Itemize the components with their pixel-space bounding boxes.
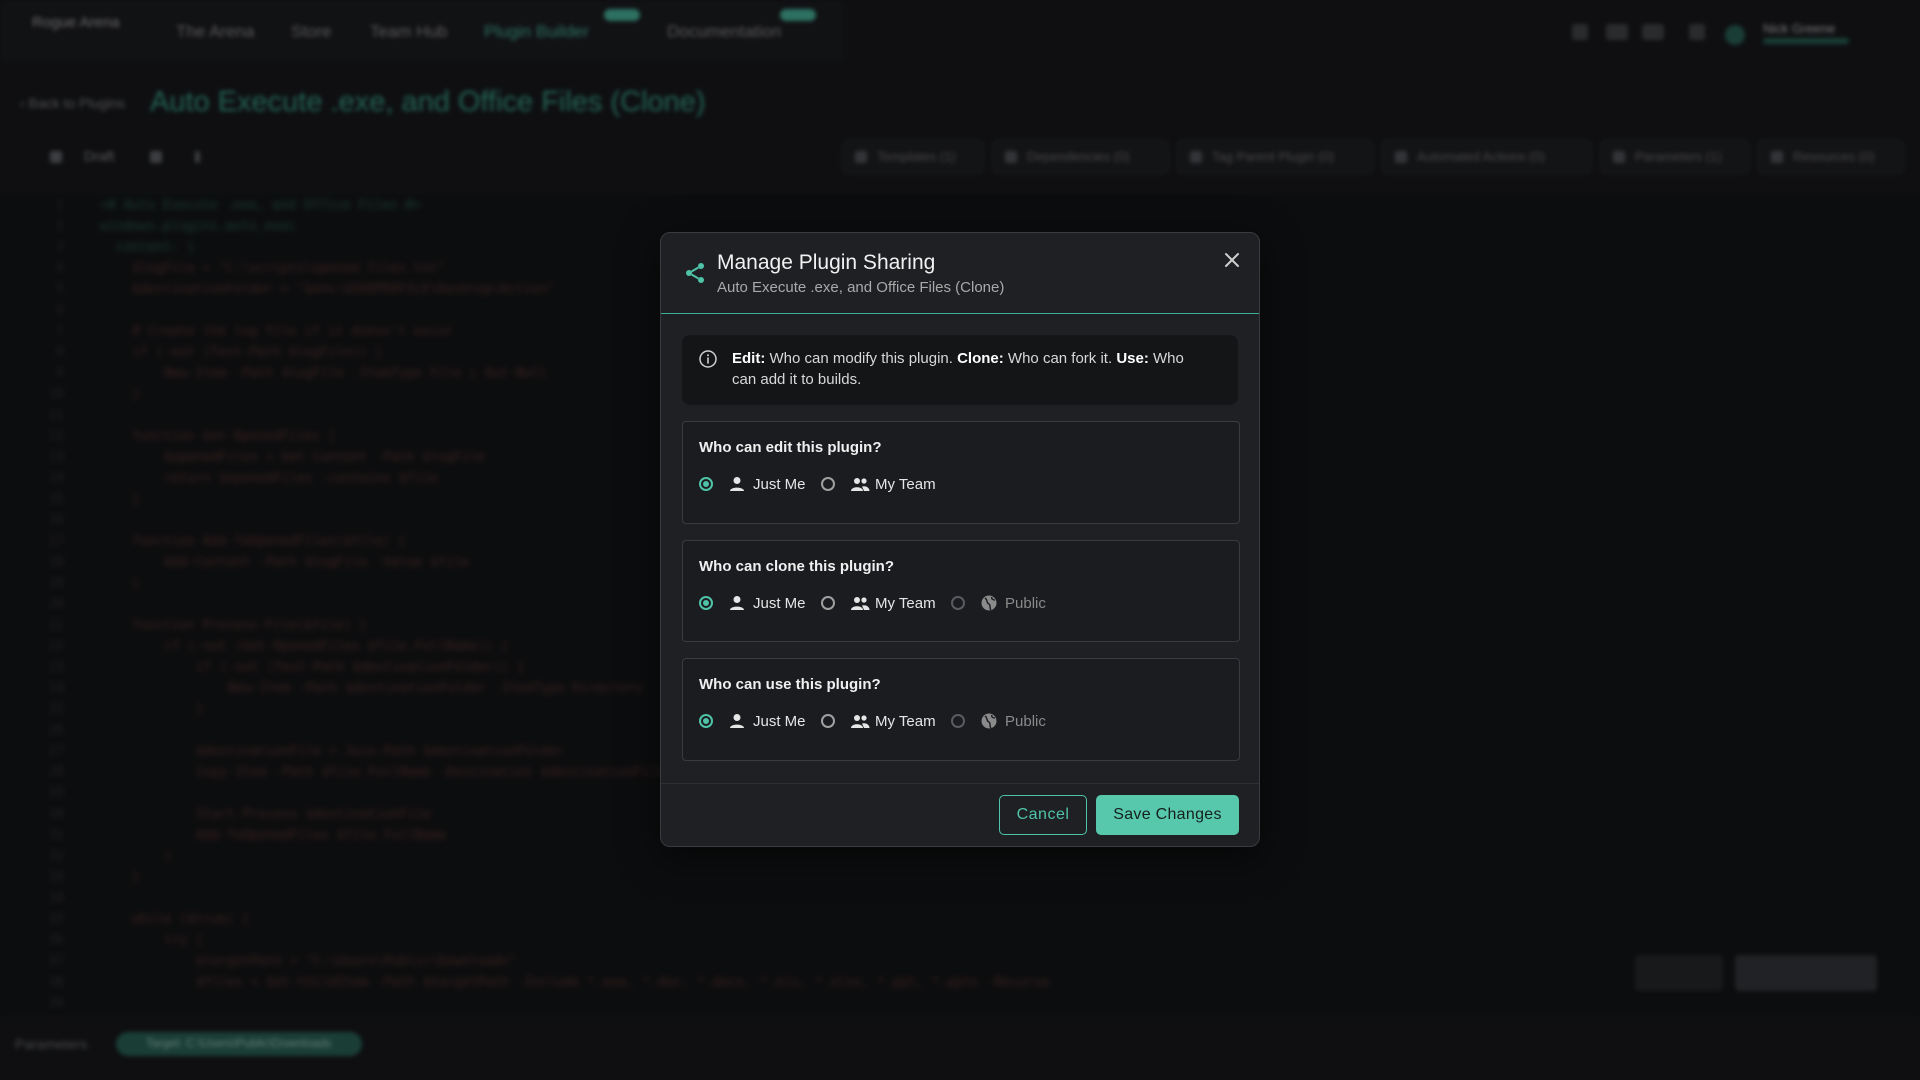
cancel-button[interactable]: Cancel (999, 795, 1087, 835)
radio-button[interactable] (821, 596, 835, 610)
use-permission-question: Who can use this plugin? (699, 676, 881, 693)
group-icon (851, 715, 870, 728)
use-permission-group: Who can use this plugin? Just Me My Team… (682, 658, 1240, 761)
radio-button[interactable] (821, 477, 835, 491)
person-icon (730, 477, 744, 491)
clone-option-public[interactable]: Public (951, 593, 1061, 617)
clone-permission-question: Who can clone this plugin? (699, 558, 894, 575)
dialog-header: Manage Plugin Sharing Auto Execute .exe,… (661, 233, 1259, 314)
edit-permission-group: Who can edit this plugin? Just Me My Tea… (682, 421, 1240, 524)
radio-button[interactable] (951, 596, 965, 610)
radio-button[interactable] (699, 477, 713, 491)
use-option-public[interactable]: Public (951, 711, 1061, 735)
info-text: Edit: Who can modify this plugin. Clone:… (732, 350, 1184, 388)
group-icon (851, 597, 870, 610)
share-icon (686, 263, 704, 283)
clone-option-my-team[interactable]: My Team (821, 593, 941, 617)
dialog-title: Manage Plugin Sharing (717, 251, 936, 274)
radio-button[interactable] (699, 596, 713, 610)
radio-button[interactable] (699, 714, 713, 728)
edit-option-my-team[interactable]: My Team (821, 474, 941, 498)
save-changes-button[interactable]: Save Changes (1096, 795, 1239, 835)
edit-option-just-me[interactable]: Just Me (699, 474, 809, 498)
person-icon (730, 714, 744, 728)
person-icon (730, 596, 744, 610)
globe-icon (981, 595, 997, 611)
manage-plugin-sharing-dialog: Manage Plugin Sharing Auto Execute .exe,… (660, 232, 1260, 847)
dialog-subtitle: Auto Execute .exe, and Office Files (Clo… (717, 279, 1005, 296)
info-icon (699, 350, 717, 368)
edit-permission-question: Who can edit this plugin? (699, 439, 882, 456)
globe-icon (981, 713, 997, 729)
radio-button[interactable] (821, 714, 835, 728)
use-option-my-team[interactable]: My Team (821, 711, 941, 735)
close-icon[interactable] (1219, 247, 1245, 273)
group-icon (851, 478, 870, 491)
info-banner: Edit: Who can modify this plugin. Clone:… (682, 335, 1238, 405)
use-option-just-me[interactable]: Just Me (699, 711, 809, 735)
radio-button[interactable] (951, 714, 965, 728)
clone-option-just-me[interactable]: Just Me (699, 593, 809, 617)
clone-permission-group: Who can clone this plugin? Just Me My Te… (682, 540, 1240, 642)
